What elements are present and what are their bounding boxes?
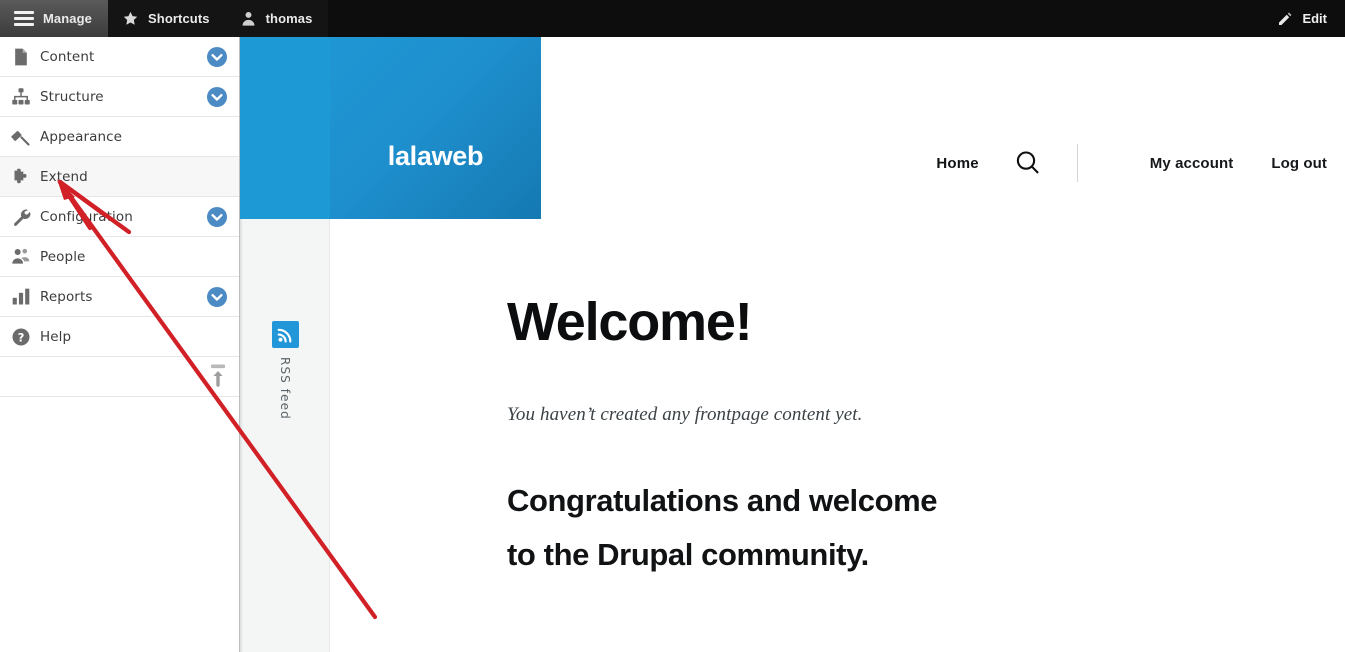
chevron-down-icon[interactable]: [207, 206, 227, 227]
people-icon: [10, 246, 32, 268]
toolbar-edit-button[interactable]: Edit: [1265, 0, 1345, 37]
drupal-admin-page: Manage Shortcuts thomas Edit Content Str…: [0, 0, 1345, 652]
user-icon: [240, 10, 257, 27]
banner-light-block: [240, 37, 330, 219]
no-content-message: You haven’t created any frontpage conten…: [507, 404, 863, 426]
toolbar-edit-label: Edit: [1302, 11, 1327, 26]
toolbar-tab-account-label: thomas: [265, 11, 313, 26]
nav-link-log-out[interactable]: Log out: [1271, 155, 1327, 172]
paint-roller-icon: [10, 126, 32, 148]
search-icon[interactable]: [1013, 148, 1043, 178]
sidebar-item-appearance-label: Appearance: [40, 128, 123, 145]
sidebar-item-help[interactable]: ? Help: [0, 317, 239, 357]
sitemap-icon: [10, 86, 32, 108]
toolbar-tab-shortcuts-label: Shortcuts: [148, 11, 210, 26]
sidebar-strip: RSS feed: [240, 219, 330, 652]
sidebar-item-structure[interactable]: Structure: [0, 77, 239, 117]
rss-feed-link[interactable]: RSS feed: [262, 321, 308, 420]
nav-divider: [1076, 144, 1078, 182]
sidebar-item-content-label: Content: [40, 48, 95, 65]
sidebar-item-appearance[interactable]: Appearance: [0, 117, 239, 157]
document-icon: [10, 46, 32, 68]
site-page: lalaweb RSS feed Home My account Log out…: [240, 37, 1345, 652]
sidebar-item-reports[interactable]: Reports: [0, 277, 239, 317]
congratulations-line-1: Congratulations and welcome: [507, 483, 938, 519]
sidebar-item-structure-label: Structure: [40, 88, 104, 105]
star-icon: [122, 10, 139, 27]
question-mark-icon: ?: [10, 326, 32, 348]
sidebar-item-configuration-label: Configuration: [40, 208, 133, 225]
toolbar-tab-shortcuts[interactable]: Shortcuts: [108, 0, 226, 37]
sidebar-item-content[interactable]: Content: [0, 37, 239, 77]
site-navigation: Home My account Log out: [936, 143, 1327, 183]
svg-text:?: ?: [18, 330, 25, 344]
sidebar-item-people[interactable]: People: [0, 237, 239, 277]
wrench-icon: [10, 206, 32, 228]
puzzle-piece-icon: [10, 166, 32, 188]
congratulations-heading: Congratulations and welcome to the Drupa…: [507, 474, 1247, 581]
banner-dark-block: [330, 37, 541, 219]
rss-feed-label: RSS feed: [278, 357, 292, 420]
page-title: Welcome!: [507, 292, 753, 352]
bar-chart-icon: [10, 286, 32, 308]
admin-menu-tray: Content Structure Appearance Extend Conf…: [0, 37, 240, 652]
pencil-icon: [1277, 11, 1293, 27]
toolbar-spacer: [328, 0, 1266, 37]
site-logo[interactable]: lalaweb: [330, 141, 541, 172]
hamburger-icon: [14, 11, 34, 26]
nav-link-my-account[interactable]: My account: [1150, 155, 1234, 172]
chevron-down-icon[interactable]: [207, 86, 227, 107]
sidebar-item-configuration[interactable]: Configuration: [0, 197, 239, 237]
chevron-down-icon[interactable]: [207, 286, 227, 307]
sidebar-item-extend[interactable]: Extend: [0, 157, 239, 197]
toolbar-tab-manage[interactable]: Manage: [0, 0, 109, 37]
toolbar-tab-account[interactable]: thomas: [225, 0, 329, 37]
tray-bottom-row: [0, 357, 239, 397]
rss-icon: [271, 321, 299, 348]
admin-toolbar: Manage Shortcuts thomas Edit: [0, 0, 1345, 37]
sidebar-item-reports-label: Reports: [40, 288, 93, 305]
sidebar-item-extend-label: Extend: [40, 168, 88, 185]
chevron-down-icon[interactable]: [207, 46, 227, 67]
congratulations-line-2: to the Drupal community.: [507, 536, 869, 572]
nav-link-home[interactable]: Home: [936, 155, 978, 172]
sidebar-item-people-label: People: [40, 248, 86, 265]
main-content: Welcome! You haven’t created any frontpa…: [507, 293, 1247, 581]
toolbar-tab-manage-label: Manage: [43, 11, 93, 26]
vertical-orientation-icon[interactable]: [207, 363, 229, 389]
sidebar-item-help-label: Help: [40, 328, 72, 345]
